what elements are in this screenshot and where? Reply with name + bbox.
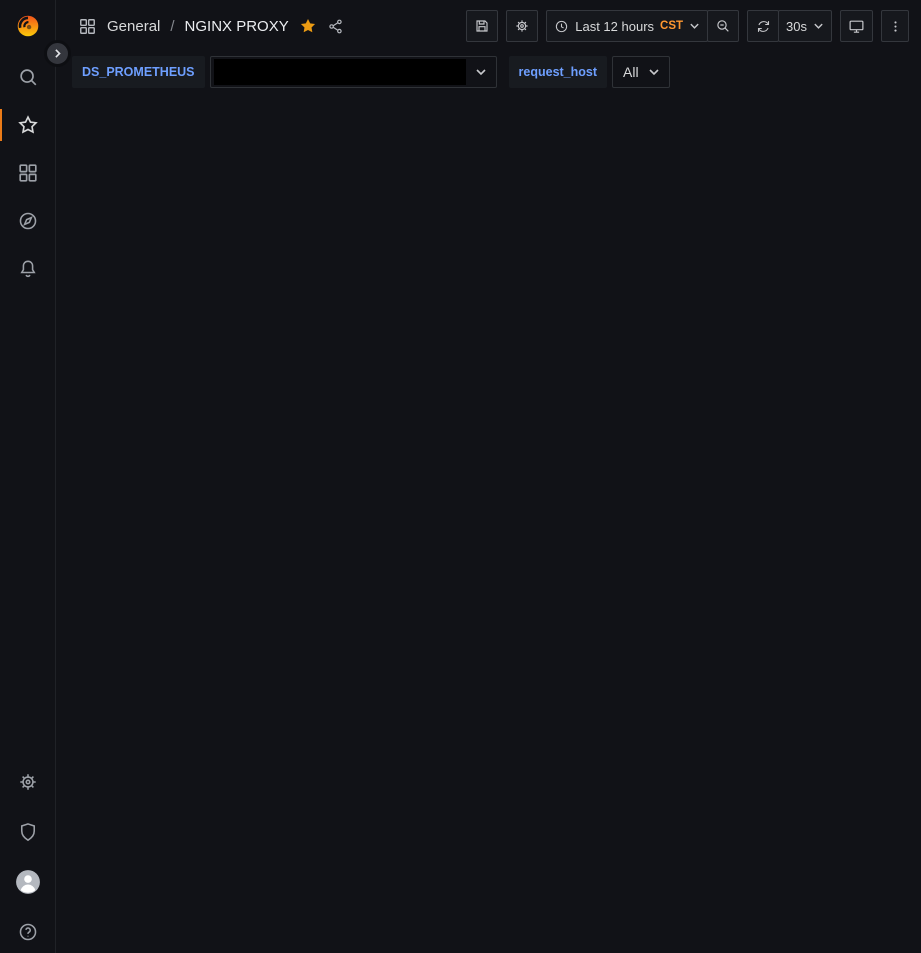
sidebar-item-profile[interactable] [0, 870, 56, 894]
favorite-star-icon[interactable] [299, 17, 317, 35]
variable-label: request_host [509, 56, 608, 88]
dashboard-grid-icon[interactable] [78, 17, 97, 36]
variable-request-host: request_host All [509, 56, 670, 88]
chevron-down-icon [648, 68, 660, 76]
chevron-right-icon [51, 47, 64, 60]
sidebar-item-server-admin[interactable] [0, 820, 56, 844]
variable-label: DS_PROMETHEUS [72, 56, 205, 88]
variable-value-dropdown[interactable] [210, 56, 497, 88]
breadcrumb-separator: / [170, 18, 174, 35]
refresh-icon [756, 19, 771, 34]
star-icon [17, 114, 39, 136]
gear-icon [514, 18, 530, 34]
monitor-icon [848, 18, 865, 35]
avatar [15, 869, 41, 895]
chevron-down-icon [689, 22, 700, 30]
variable-value-dropdown[interactable]: All [612, 56, 670, 88]
breadcrumb: General / NGINX PROXY [78, 17, 344, 36]
kebab-menu-icon [888, 19, 903, 34]
clock-icon [554, 19, 569, 34]
breadcrumb-folder[interactable]: General [107, 18, 160, 35]
shield-icon [17, 821, 39, 843]
variable-ds-prometheus: DS_PROMETHEUS [72, 56, 497, 88]
save-dashboard-button[interactable] [466, 10, 498, 42]
redacted-value [214, 59, 466, 85]
dashboard-canvas: 1xx - 3xx - 2xx Status Code (6 panels) 4… [56, 98, 86, 106]
save-icon [474, 18, 490, 34]
zoom-out-time-button[interactable] [707, 10, 739, 42]
apps-grid-icon [17, 162, 39, 184]
refresh-interval-picker[interactable]: 30s [778, 10, 832, 42]
search-icon [17, 66, 39, 88]
sidebar-item-starred[interactable] [0, 113, 56, 137]
sidebar-item-search[interactable] [0, 65, 56, 89]
variables-row: DS_PROMETHEUS request_host All [56, 52, 921, 98]
chevron-down-icon [813, 22, 824, 30]
timezone-label: CST [660, 20, 683, 32]
sidebar-item-dashboards[interactable] [0, 161, 56, 185]
sidebar [0, 0, 56, 953]
zoom-out-icon [715, 18, 731, 34]
sidebar-item-alerting[interactable] [0, 257, 56, 281]
share-icon[interactable] [327, 18, 344, 35]
time-range-label: Last 12 hours [575, 19, 654, 34]
refresh-button[interactable] [747, 10, 779, 42]
grafana-logo[interactable] [0, 14, 56, 38]
sidebar-expand-button[interactable] [44, 40, 71, 67]
dashboard-settings-button[interactable] [506, 10, 538, 42]
help-icon [17, 921, 39, 943]
sidebar-item-help[interactable] [0, 920, 56, 944]
sidebar-item-explore[interactable] [0, 209, 56, 233]
compass-icon [17, 210, 39, 232]
chevron-down-icon [475, 68, 487, 76]
cycle-view-mode-button[interactable] [840, 10, 873, 42]
refresh-interval-label: 30s [786, 19, 807, 34]
top-nav: General / NGINX PROXY Last 12 hours CST [56, 0, 921, 52]
bell-icon [17, 258, 39, 280]
gear-icon [17, 771, 39, 793]
more-options-button[interactable] [881, 10, 909, 42]
dashboard-title[interactable]: NGINX PROXY [185, 18, 289, 35]
time-range-picker[interactable]: Last 12 hours CST [546, 10, 708, 42]
sidebar-item-configuration[interactable] [0, 770, 56, 794]
variable-value: All [623, 64, 639, 80]
